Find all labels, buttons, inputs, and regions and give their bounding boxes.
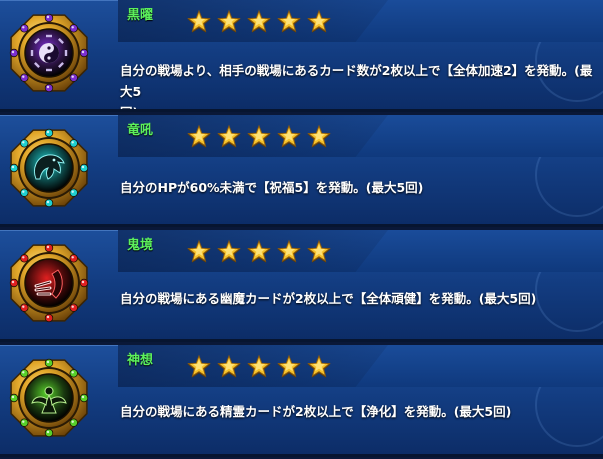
skill-description-line1: 自分のHPが60%未満で【祝福5】を発動。(最大5回) bbox=[120, 180, 424, 195]
skill-row-kikyou[interactable]: 鬼境 自分の戦場にある幽魔カードが2枚以上で【全体頑健】を発動。(最大5回) bbox=[0, 230, 603, 342]
skill-list: 黒曜 自分の戦場より、相手の戦場にあるカード数が2枚以上で【全体加速2】を発動。… bbox=[0, 0, 603, 459]
star-icon bbox=[247, 239, 271, 263]
star-icon bbox=[217, 124, 241, 148]
skill-row-shinsou[interactable]: 神想 自分の戦場にある精霊カードが2枚以上で【浄化】を発動。(最大5回) bbox=[0, 345, 603, 457]
skill-row-kokuyou[interactable]: 黒曜 自分の戦場より、相手の戦場にあるカード数が2枚以上で【全体加速2】を発動。… bbox=[0, 0, 603, 112]
star-icon bbox=[277, 124, 301, 148]
star-icon bbox=[277, 9, 301, 33]
star-icon bbox=[247, 9, 271, 33]
skill-description-line1: 自分の戦場より、相手の戦場にあるカード数が2枚以上で【全体加速2】を発動。(最大… bbox=[120, 63, 593, 99]
demon-claw-icon bbox=[9, 243, 89, 323]
skill-name-bar: 黒曜 bbox=[118, 0, 603, 42]
skill-description: 自分の戦場にある幽魔カードが2枚以上で【全体頑健】を発動。(最大5回) bbox=[120, 288, 598, 309]
star-icon bbox=[277, 239, 301, 263]
star-icon bbox=[277, 354, 301, 378]
star-icon bbox=[187, 124, 211, 148]
star-icon bbox=[187, 354, 211, 378]
dragon-icon bbox=[9, 128, 89, 208]
angel-spirit-icon bbox=[9, 358, 89, 438]
star-icon bbox=[247, 354, 271, 378]
yin-yang-bagua-icon bbox=[9, 13, 89, 93]
skill-description: 自分の戦場より、相手の戦場にあるカード数が2枚以上で【全体加速2】を発動。(最大… bbox=[120, 60, 598, 112]
star-icon bbox=[187, 9, 211, 33]
skill-name: 黒曜 bbox=[127, 8, 154, 23]
star-icon bbox=[187, 239, 211, 263]
skill-name: 神想 bbox=[127, 353, 154, 368]
star-icon bbox=[307, 124, 331, 148]
skill-description: 自分の戦場にある精霊カードが2枚以上で【浄化】を発動。(最大5回) bbox=[120, 401, 598, 422]
star-icon bbox=[217, 239, 241, 263]
skill-name: 鬼境 bbox=[127, 238, 154, 253]
star-icon bbox=[307, 9, 331, 33]
skill-description-line2: 回) bbox=[120, 102, 598, 112]
star-icon bbox=[307, 354, 331, 378]
star-icon bbox=[217, 9, 241, 33]
star-icon bbox=[247, 124, 271, 148]
skill-description: 自分のHPが60%未満で【祝福5】を発動。(最大5回) bbox=[120, 177, 598, 198]
skill-description-line1: 自分の戦場にある精霊カードが2枚以上で【浄化】を発動。(最大5回) bbox=[120, 404, 512, 419]
skill-name-bar: 鬼境 bbox=[118, 230, 603, 272]
skill-row-ryuukou[interactable]: 竜吼 自分のHPが60%未満で【祝福5】を発動。(最大5回) bbox=[0, 115, 603, 227]
skill-name: 竜吼 bbox=[127, 123, 154, 138]
skill-name-bar: 神想 bbox=[118, 345, 603, 387]
skill-name-bar: 竜吼 bbox=[118, 115, 603, 157]
star-icon bbox=[217, 354, 241, 378]
star-icon bbox=[307, 239, 331, 263]
skill-description-line1: 自分の戦場にある幽魔カードが2枚以上で【全体頑健】を発動。(最大5回) bbox=[120, 291, 537, 306]
